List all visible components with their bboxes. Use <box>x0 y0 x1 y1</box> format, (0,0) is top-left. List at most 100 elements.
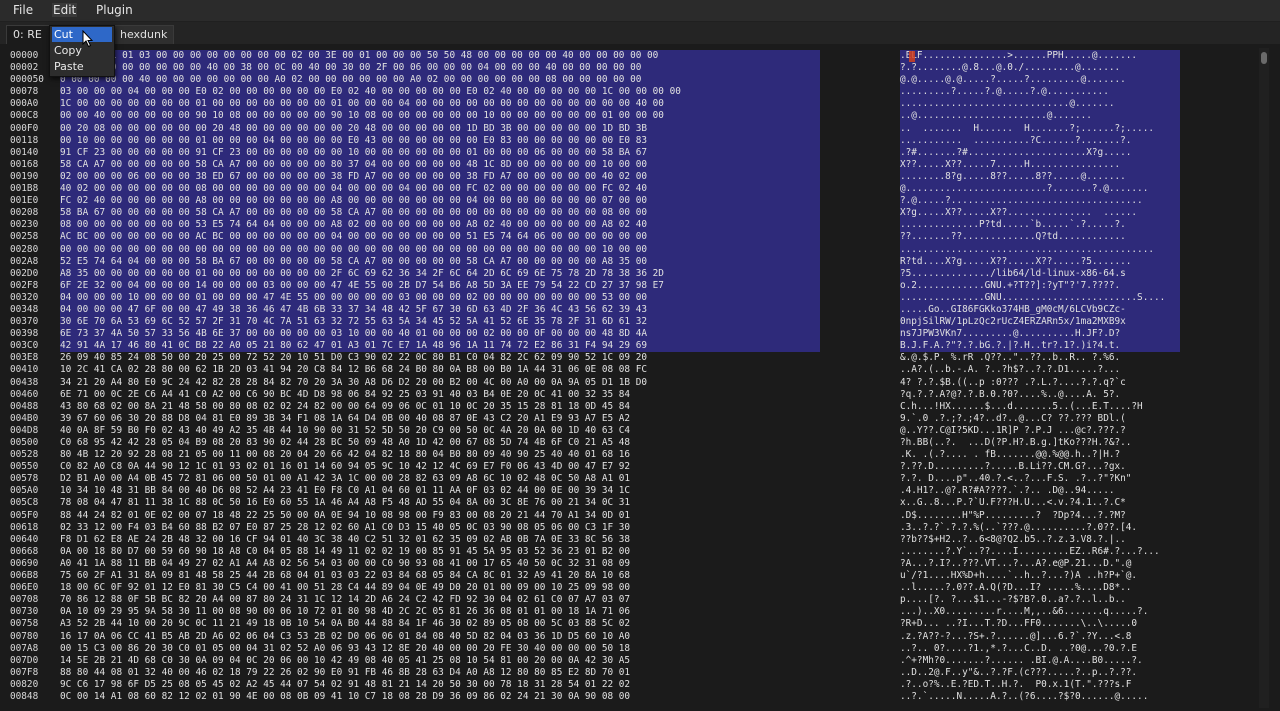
hex-row: A0 41 1A 88 11 BB 04 49 27 02 A1 A4 A8 0… <box>60 557 631 569</box>
offset-label: 00348 <box>10 303 39 315</box>
hex-row: 40 0A 8F 59 B0 F0 02 43 40 49 A2 35 4B 4… <box>60 424 631 436</box>
offset-label: 00578 <box>10 473 39 485</box>
offset-label: 002F8 <box>10 279 39 291</box>
offset-label: 00550 <box>10 461 39 473</box>
menu-file[interactable]: File <box>12 3 34 17</box>
menu-item-paste[interactable]: Paste <box>52 59 112 74</box>
ascii-row: ?.@.....?...............................… <box>900 195 1143 207</box>
ascii-row: 0npjSilRW/1pLzQc2rUcZ4ERZARn5x/1ma2MXB9x <box>900 316 1126 328</box>
hex-row: 75 60 2F A1 31 8A 09 81 48 58 25 44 2B 6… <box>60 570 631 582</box>
hex-row: 70 86 12 88 0F 5B BC 82 20 A4 00 87 80 2… <box>60 594 631 606</box>
hex-row: 58 CA A7 00 00 00 00 00 58 CA A7 00 00 0… <box>60 158 647 170</box>
ascii-row: ..D..2@.F..y"&..?.?F.(c???.....?..p..?.?… <box>900 666 1138 678</box>
ascii-row: ...)..X0.........r....M,,..&6.......q...… <box>900 606 1149 618</box>
offset-label: 00730 <box>10 606 39 618</box>
hex-column[interactable]: F 46 02 01 01 03 00 00 00 00 00 00 00 00… <box>60 50 820 703</box>
offset-label: 00320 <box>10 291 39 303</box>
offset-label: 007F8 <box>10 666 39 678</box>
hex-row: 10 34 10 48 31 BB 84 00 40 D6 08 52 A4 2… <box>60 485 631 497</box>
mouse-cursor-icon <box>82 30 94 48</box>
ascii-row: C.h...!HX......$...d.......5..(...E.T...… <box>900 400 1143 412</box>
scrollbar-thumb[interactable] <box>1261 52 1267 64</box>
ascii-row: &.@.$.P. %.rR .Q??.."..??..b..R.. ?.%6. <box>900 352 1121 364</box>
offset-label: 00230 <box>10 219 39 231</box>
ascii-column[interactable]: .ELF...............>......PPH.....@.....… <box>900 50 1180 703</box>
offset-label: 00780 <box>10 630 39 642</box>
hex-row: 88 44 24 82 01 0E 02 00 07 18 48 22 25 5… <box>60 509 631 521</box>
hex-row: F 46 02 01 01 03 00 00 00 00 00 00 00 00… <box>60 50 659 61</box>
hex-row: 91 CF 23 00 00 00 00 00 91 CF 23 00 00 0… <box>60 146 647 158</box>
hex-row: F8 D1 62 E8 AE 24 2B 48 32 00 16 CF 94 0… <box>60 533 631 545</box>
offset-label: 002D0 <box>10 267 39 279</box>
ascii-row: ?.??.D.........?.....B.Li??.CM.G?...?gx. <box>900 461 1126 473</box>
ascii-row: ?.?........@.8...@.0./.........@....... <box>900 62 1121 74</box>
hex-row: 04 00 00 00 10 00 00 00 01 00 00 00 47 4… <box>60 291 647 303</box>
hex-row: 04 00 00 00 47 6F 00 00 47 49 38 36 46 4… <box>60 303 647 315</box>
offset-label: 000C8 <box>10 110 39 122</box>
hex-viewer[interactable]: 00000 00002 000050 00078 000A0 000C8 000F0 0011… <box>8 46 1256 711</box>
offset-label: 00078 <box>10 86 39 98</box>
vertical-scrollbar[interactable] <box>1259 48 1269 708</box>
hex-row: 9C C6 17 98 6F D5 25 08 05 45 02 A2 45 4… <box>60 678 631 690</box>
offset-label: 00488 <box>10 400 39 412</box>
hex-row: 40 02 00 00 00 00 00 00 08 00 00 00 00 0… <box>60 183 647 195</box>
hex-row: 16 17 0A 06 CC 41 B5 AB 2D A6 02 06 04 C… <box>60 630 631 642</box>
hex-row: 0A 10 09 29 95 9A 58 30 11 00 08 90 00 0… <box>60 606 631 618</box>
offset-label: 00168 <box>10 158 39 170</box>
offset-label: 003C0 <box>10 340 39 352</box>
hex-row: 6F 2E 32 00 04 00 00 00 14 00 00 00 03 0… <box>60 279 664 291</box>
hex-row: 02 33 12 00 F4 03 B4 60 88 B2 07 E0 87 2… <box>60 521 631 533</box>
offset-label: 006E0 <box>10 582 39 594</box>
offset-label: 004B0 <box>10 412 39 424</box>
offset-label: 005C8 <box>10 497 39 509</box>
ascii-row: ........................................… <box>900 243 1154 255</box>
hex-row: A3 52 2B 44 10 00 20 9C 0C 11 21 49 18 0… <box>60 618 631 630</box>
hex-row: C0 68 95 42 42 28 05 04 B9 08 20 83 90 0… <box>60 437 631 448</box>
ascii-row: .z.?A??-?...?S+.?......@]...6.?`.?Y...<.… <box>900 630 1132 642</box>
ascii-row: .^+?Mh?0.......?...... .BI.@.A....B0....… <box>900 654 1143 666</box>
ascii-row: ..A?.(..b.-.A. ?..?h$?..?.?.D1.....?... <box>900 364 1121 376</box>
ascii-row: ..............................@....... <box>900 98 1115 110</box>
menu-bar: File Edit Plugin <box>0 0 1280 22</box>
hex-row: 0C 00 14 A1 08 60 82 12 02 01 90 4E 00 0… <box>60 690 631 702</box>
offset-label: 006B8 <box>10 570 39 582</box>
ascii-row: ?A...?.I?..???.VT...?...A?.e@P.21...D.".… <box>900 557 1132 569</box>
offset-label: 00500 <box>10 437 39 448</box>
tab-hexdunk[interactable]: hexdunk <box>113 25 175 44</box>
ascii-row: ?.?. D....p"..40.?.<..?...F.S. .?..?"?Kn… <box>900 473 1132 485</box>
ascii-row: p....[?. ?...$1...-?$?B?.0..a?.?..l..b.. <box>900 594 1126 606</box>
ascii-row: ??.......??.............Q?td............ <box>900 231 1126 243</box>
ascii-row: X??.....X??.....7.....H................ <box>900 158 1121 170</box>
hex-row: 00 10 00 00 00 00 00 00 01 00 00 00 04 0… <box>60 134 647 146</box>
hex-row: 10 2C 41 CA 02 28 80 00 62 1B 2D 03 41 9… <box>60 364 647 376</box>
ascii-row: ..@.......................@....... <box>900 110 1092 122</box>
offset-label: 005A0 <box>10 485 39 497</box>
ascii-row: ..?.. 0?....?1.,*.?...C..D. ..?0@...?0.?… <box>900 642 1138 654</box>
menu-edit[interactable]: Edit <box>52 3 78 17</box>
hex-row: 43 80 68 02 00 8A 21 48 58 00 80 08 02 0… <box>60 400 631 412</box>
offset-label: 00140 <box>10 146 39 158</box>
offset-label: 00398 <box>10 328 39 340</box>
ascii-row: ??b??$+H2..?..6<8@?Q2.b5..?.z.3.V8.?.|.. <box>900 533 1126 545</box>
hex-row: 39 67 60 06 30 20 88 D8 04 81 E0 89 3B 3… <box>60 412 631 424</box>
ascii-row: x..G..8...P.?`U.F???H.U...<.v.?4.1..?.C* <box>900 497 1126 509</box>
offset-label: 001B8 <box>10 183 39 195</box>
offset-label: 00640 <box>10 533 39 545</box>
ascii-row: .K. .(.?.... . fB.......@@.%@@.h..?|H.? <box>900 449 1121 461</box>
ascii-row: .. ....... H...... H.......?;......?;...… <box>900 122 1154 134</box>
ascii-row: @..Y??.C@I?5KD...1R]P ?.P.J ...@c?.???.? <box>900 424 1126 436</box>
menu-plugin[interactable]: Plugin <box>95 3 134 17</box>
ascii-row: ns7JPW3VKn7.........@..........H.JF?.D? <box>900 328 1121 340</box>
ascii-row: .?..o?%..E.?ED.T..H.?. P0.x.1(T.".???s.F <box>900 678 1132 690</box>
offset-label: 007A8 <box>10 642 39 654</box>
ascii-row: u`/?1....HX%D+h....`..h..?...?)A ..h?P+`… <box>900 570 1138 582</box>
hex-row: 00 00 40 00 00 00 00 00 90 10 08 00 00 0… <box>60 110 664 122</box>
ascii-row: .?#.......?#.....................X?g....… <box>900 146 1132 158</box>
hex-row: 00 15 C3 00 86 20 30 C0 01 05 00 04 31 0… <box>60 642 631 654</box>
ascii-row: ..l.....?.0??.A.Q(?D...I? .....%....D8*.… <box>900 582 1132 594</box>
offset-label: 004D8 <box>10 424 39 436</box>
hex-row: 14 5E 2B 21 4D 68 C0 30 0A 09 04 0C 20 0… <box>60 654 631 666</box>
ascii-row: 4? ?.?.$B.((..p :0??? .?.L.?....?.?.q?`c <box>900 376 1126 388</box>
ascii-row: ........8?g.....8??.....8??.....@....... <box>900 170 1126 182</box>
hex-row: A8 35 00 00 00 00 00 00 01 00 00 00 00 0… <box>60 267 664 279</box>
